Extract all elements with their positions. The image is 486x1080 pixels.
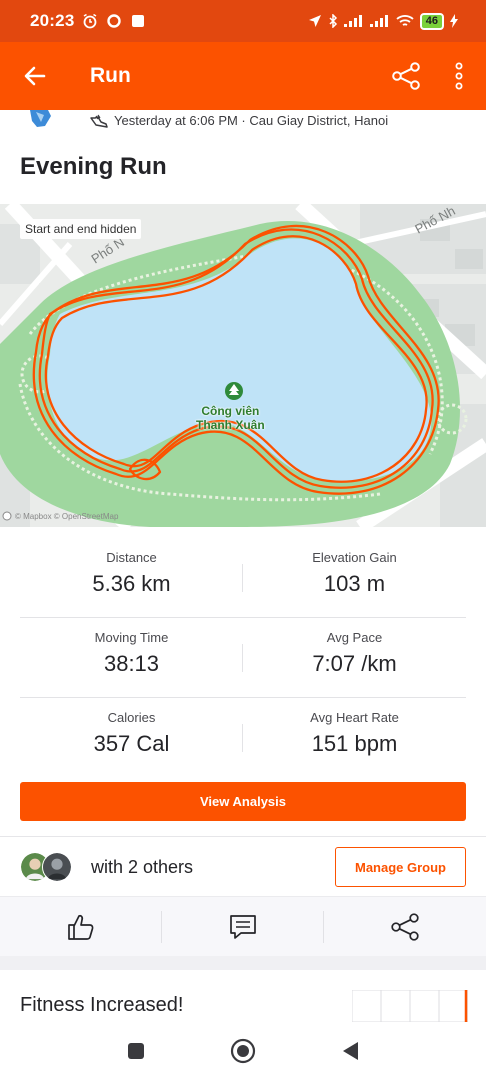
map-copyright-text: © Mapbox © OpenStreetMap <box>15 511 119 521</box>
fitness-title: Fitness Increased! <box>20 994 184 1016</box>
circle-icon <box>230 1038 256 1064</box>
mapbox-logo-icon <box>2 511 12 521</box>
route-map[interactable]: Phố N Phố Nh Start and end hidden Công v… <box>0 204 486 527</box>
stat-label: Moving Time <box>94 630 169 645</box>
signal-icon <box>343 15 362 27</box>
arrow-left-icon <box>24 66 46 86</box>
status-right: 46 <box>308 12 458 30</box>
activity-title: Evening Run <box>20 153 167 180</box>
map-canvas: Phố N Phố Nh <box>0 204 486 527</box>
square-icon <box>128 1043 144 1059</box>
nav-back-button[interactable] <box>335 1036 365 1066</box>
comment-icon <box>230 915 256 939</box>
share-button[interactable] <box>388 58 424 94</box>
stat-distance: Distance 5.36 km <box>20 538 243 618</box>
fitness-mini-chart <box>352 990 468 1022</box>
home-button[interactable] <box>228 1036 258 1066</box>
stat-label: Avg Heart Rate <box>310 710 399 725</box>
group-avatars[interactable] <box>20 852 76 882</box>
manage-group-button[interactable]: Manage Group <box>335 847 466 887</box>
square-status-icon <box>132 15 145 27</box>
athlete-avatar[interactable] <box>26 110 54 128</box>
section-divider <box>0 956 486 970</box>
stats-row: Distance 5.36 km Elevation Gain 103 m <box>20 538 466 618</box>
recents-button[interactable] <box>121 1036 151 1066</box>
start-end-hidden-label: Start and end hidden <box>20 219 142 239</box>
system-nav-bar <box>0 1022 486 1080</box>
stat-label: Calories <box>107 710 156 725</box>
stat-value: 7:07 /km <box>312 651 397 676</box>
comment-button[interactable] <box>162 897 324 957</box>
stat-label: Avg Pace <box>326 630 383 645</box>
location-icon <box>308 15 321 27</box>
stat-value: 151 bpm <box>311 731 398 756</box>
map-copyright: © Mapbox © OpenStreetMap <box>2 511 118 521</box>
group-row: with 2 others Manage Group <box>0 836 486 896</box>
back-button[interactable] <box>0 42 70 110</box>
wifi-icon <box>396 15 414 26</box>
stat-avg-heart-rate: Avg Heart Rate 151 bpm <box>243 698 466 778</box>
stats-row: Calories 357 Cal Avg Heart Rate 151 bpm <box>20 698 466 778</box>
activity-meta-row: Yesterday at 6:06 PM · Cau Giay District… <box>0 110 486 132</box>
view-analysis-button[interactable]: View Analysis <box>20 782 466 821</box>
park-name-line2: Thanh Xuân <box>196 418 265 432</box>
park-label: Công viên Thanh Xuân <box>196 404 265 432</box>
stats-grid: Distance 5.36 km Elevation Gain 103 m Mo… <box>20 538 466 778</box>
stat-value: 38:13 <box>103 651 160 676</box>
status-left: 20:23 <box>30 11 146 31</box>
kudos-button[interactable] <box>0 897 162 957</box>
alarm-icon <box>84 13 97 29</box>
stat-elevation-gain: Elevation Gain 103 m <box>243 538 466 618</box>
triangle-left-icon <box>343 1042 358 1060</box>
circle-status-icon <box>107 14 122 28</box>
share-activity-button[interactable] <box>324 897 486 957</box>
more-button[interactable] <box>444 58 474 94</box>
stat-value: 103 m <box>323 571 386 596</box>
stat-value: 5.36 km <box>92 571 171 596</box>
stat-avg-pace: Avg Pace 7:07 /km <box>243 618 466 698</box>
bluetooth-icon <box>329 14 337 28</box>
thumbs-up-icon <box>68 914 94 940</box>
avatar <box>42 852 72 882</box>
park-name-line1: Công viên <box>201 404 260 418</box>
stat-moving-time: Moving Time 38:13 <box>20 618 243 698</box>
group-text[interactable]: with 2 others <box>91 857 193 878</box>
fitness-card[interactable]: Fitness Increased! <box>0 970 486 1022</box>
battery-indicator: 46 <box>419 12 444 30</box>
share-icon <box>392 62 420 90</box>
status-time: 20:23 <box>30 11 75 30</box>
status-bar: 20:23 46 <box>0 0 486 42</box>
signal-2-icon <box>369 15 388 27</box>
page-title: Run <box>90 64 131 87</box>
shoe-icon <box>90 114 108 128</box>
stat-label: Distance <box>106 550 157 565</box>
activity-meta: Yesterday at 6:06 PM · Cau Giay District… <box>114 113 389 128</box>
stat-calories: Calories 357 Cal <box>20 698 243 778</box>
more-vertical-icon <box>455 62 463 90</box>
stats-row: Moving Time 38:13 Avg Pace 7:07 /km <box>20 618 466 698</box>
stat-value: 357 Cal <box>93 731 170 756</box>
social-actions-bar <box>0 896 486 956</box>
charging-icon <box>450 14 458 28</box>
stat-label: Elevation Gain <box>312 550 397 565</box>
app-bar: Run <box>0 42 486 110</box>
share-icon <box>391 913 419 941</box>
